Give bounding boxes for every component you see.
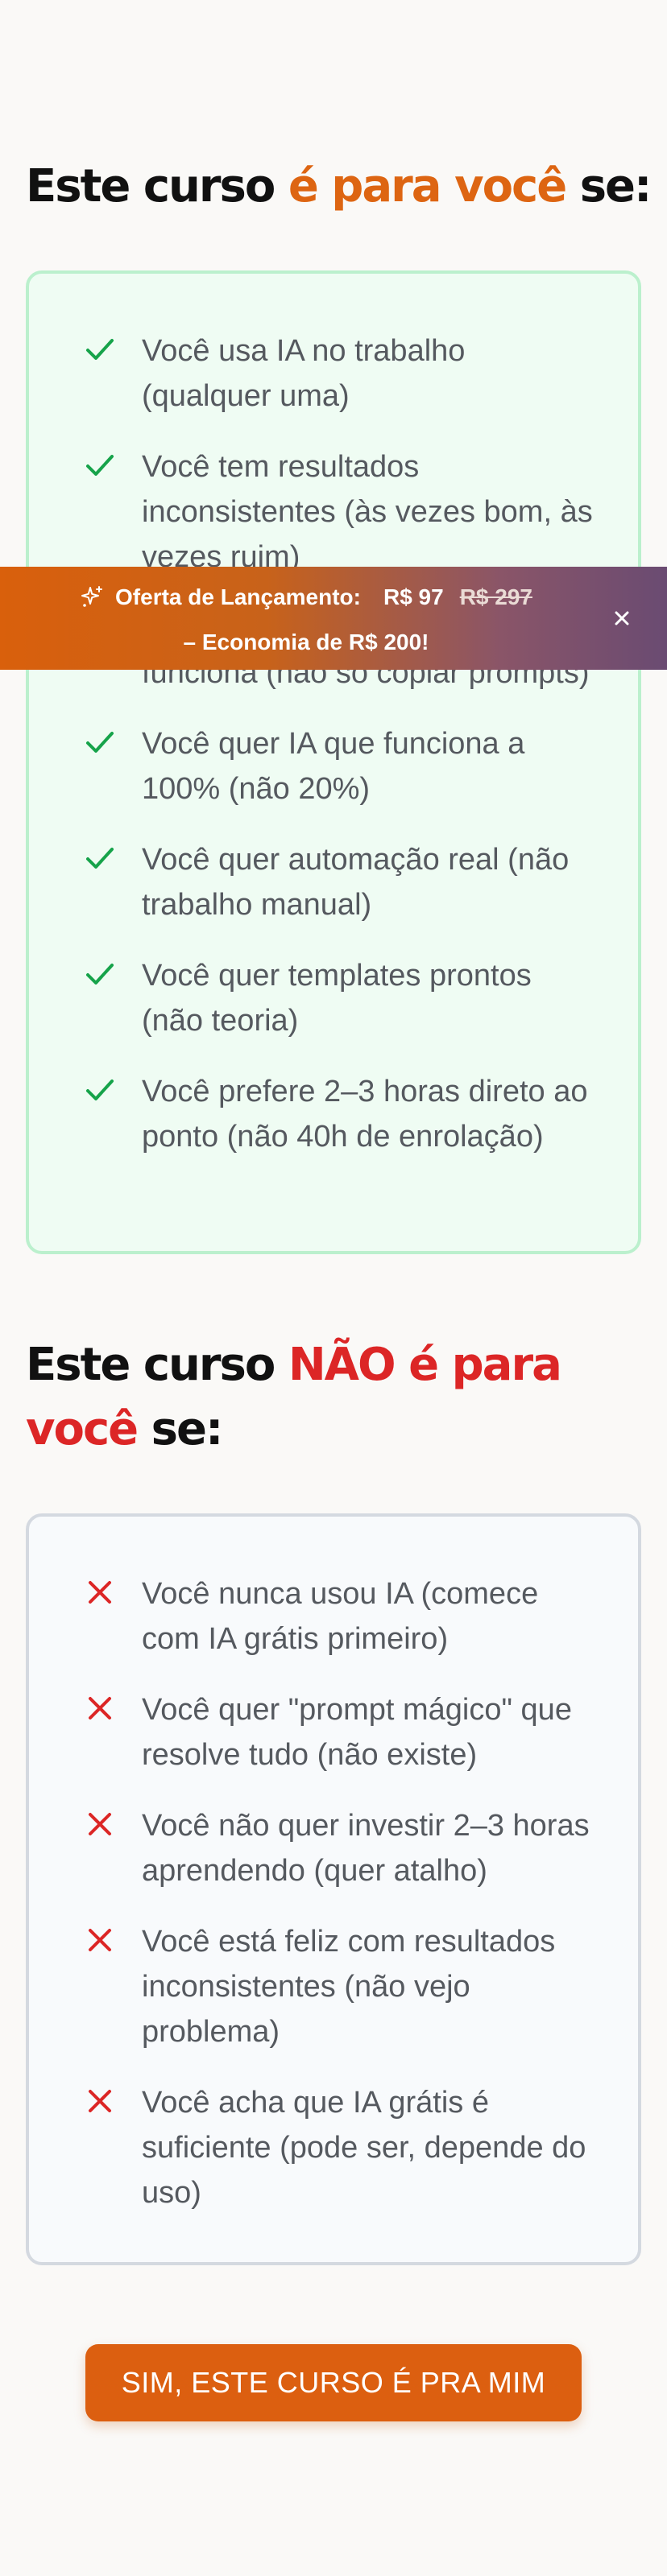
list-item: Você nunca usou IA (comece com IA grátis…	[84, 1571, 593, 1662]
list-item-text: Você quer automação real (não trabalho m…	[142, 843, 570, 922]
check-icon	[86, 848, 114, 869]
list-item-text: Você quer IA que funciona a 100% (não 20…	[142, 727, 525, 806]
x-icon	[89, 2090, 111, 2112]
x-icon	[89, 1813, 111, 1835]
list-item-text: Você quer templates prontos (não teoria)	[142, 959, 532, 1038]
section-title-no: Este curso NÃO é para você se:	[26, 1333, 646, 1462]
list-item: Você prefere 2–3 horas direto ao ponto (…	[84, 1069, 593, 1159]
list-item-text: Você não quer investir 2–3 horas aprende…	[142, 1809, 590, 1888]
x-icon	[89, 1929, 111, 1951]
title-prefix: Este curso	[26, 160, 288, 213]
not-for-you-card: Você nunca usou IA (comece com IA grátis…	[26, 1513, 641, 2265]
list-item: Você quer templates prontos (não teoria)	[84, 953, 593, 1043]
list-item: Você está feliz com resultados inconsist…	[84, 1919, 593, 2054]
list-item: Você quer "prompt mágico" que resolve tu…	[84, 1687, 593, 1777]
list-item: Você quer IA que funciona a 100% (não 20…	[84, 721, 593, 811]
list-item-text: Você usa IA no trabalho (qualquer uma)	[142, 334, 466, 413]
list-item: Você acha que IA grátis é suficiente (po…	[84, 2080, 593, 2215]
list-item: Você não quer investir 2–3 horas aprende…	[84, 1803, 593, 1893]
list-item-text: Você está feliz com resultados inconsist…	[142, 1925, 556, 2049]
promo-offer-line: Oferta de Lançamento: R$ 97 R$ 297	[0, 581, 612, 613]
list-item: Você tem resultados inconsistentes (às v…	[84, 444, 593, 580]
list-item-text: Você acha que IA grátis é suficiente (po…	[142, 2086, 586, 2210]
list-item: Você quer automação real (não trabalho m…	[84, 837, 593, 927]
cta-button[interactable]: SIM, ESTE CURSO É PRA MIM	[85, 2344, 582, 2421]
check-icon	[86, 339, 114, 360]
title-suffix: se:	[566, 160, 652, 213]
check-icon	[86, 455, 114, 476]
promo-banner: Oferta de Lançamento: R$ 97 R$ 297 – Eco…	[0, 567, 667, 670]
promo-savings: – Economia de R$ 200!	[183, 630, 429, 654]
title-suffix: se:	[137, 1403, 224, 1455]
close-icon[interactable]	[609, 605, 635, 631]
list-item-text: Você nunca usou IA (comece com IA grátis…	[142, 1577, 539, 1656]
promo-price: R$ 97	[383, 584, 444, 609]
title-highlight: é para você	[288, 160, 567, 213]
section-title-yes: Este curso é para você se:	[26, 155, 652, 219]
sparkle-icon	[81, 586, 103, 607]
for-you-card: Você usa IA no trabalho (qualquer uma) V…	[26, 270, 641, 1254]
list-item-text: Você quer "prompt mágico" que resolve tu…	[142, 1693, 572, 1772]
check-icon	[86, 964, 114, 985]
x-icon	[89, 1581, 111, 1604]
promo-old-price: R$ 297	[459, 584, 532, 609]
title-prefix: Este curso	[26, 1339, 288, 1391]
list-item-text: Você tem resultados inconsistentes (às v…	[142, 450, 593, 574]
check-icon	[86, 732, 114, 753]
check-icon	[86, 1080, 114, 1100]
list-item: Você usa IA no trabalho (qualquer uma)	[84, 328, 593, 419]
x-icon	[89, 1697, 111, 1719]
list-item-text: Você prefere 2–3 horas direto ao ponto (…	[142, 1075, 588, 1154]
promo-label: Oferta de Lançamento:	[115, 584, 361, 609]
